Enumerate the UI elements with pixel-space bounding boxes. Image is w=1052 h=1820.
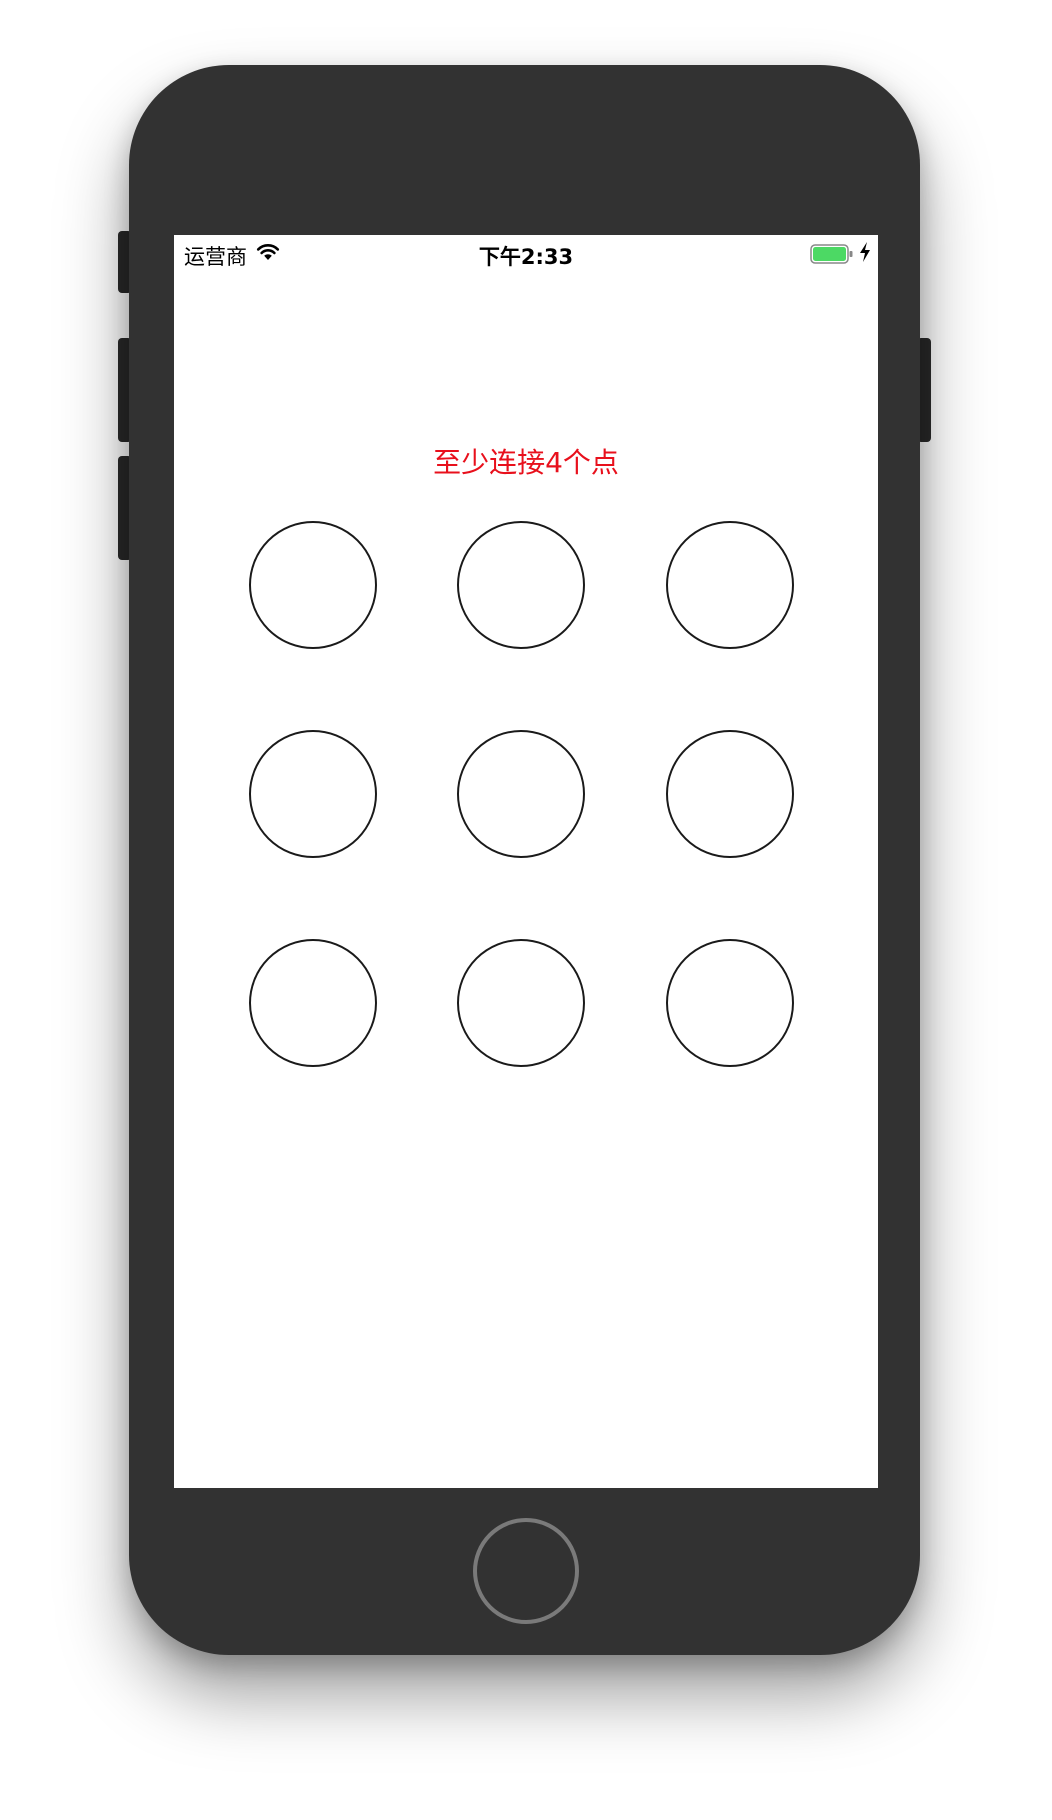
pattern-dot[interactable] xyxy=(666,939,794,1067)
pattern-grid[interactable] xyxy=(174,235,878,1488)
pattern-dot[interactable] xyxy=(457,521,585,649)
pattern-dot[interactable] xyxy=(249,521,377,649)
pattern-dot[interactable] xyxy=(457,730,585,858)
pattern-dot[interactable] xyxy=(457,939,585,1067)
simulator-stage: 运营商 下午2:33 至少连接4个点 xyxy=(0,0,1052,1820)
screen: 运营商 下午2:33 至少连接4个点 xyxy=(174,235,878,1488)
pattern-dot[interactable] xyxy=(249,939,377,1067)
pattern-dot[interactable] xyxy=(666,521,794,649)
pattern-dot[interactable] xyxy=(666,730,794,858)
pattern-dot[interactable] xyxy=(249,730,377,858)
home-button[interactable] xyxy=(473,1518,579,1624)
